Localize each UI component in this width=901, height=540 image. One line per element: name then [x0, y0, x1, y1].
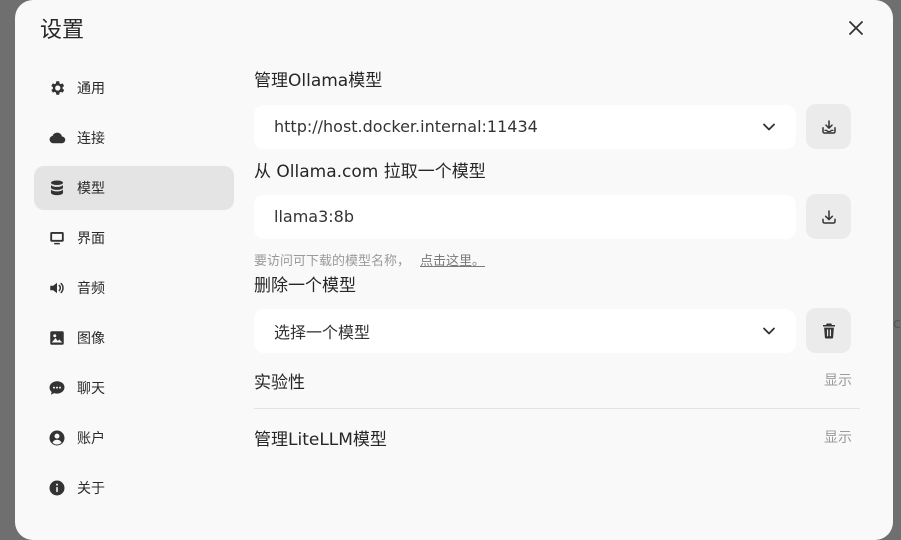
delete-model-label: 删除一个模型 [254, 276, 356, 296]
sidebar-item-label: 音频 [77, 281, 105, 297]
sidebar-item-account[interactable]: 账户 [34, 416, 234, 460]
sidebar-item-label: 聊天 [77, 381, 105, 397]
sidebar-item-images[interactable]: 图像 [34, 316, 234, 360]
sidebar-item-connections[interactable]: 连接 [34, 116, 234, 160]
speaker-icon [48, 279, 66, 297]
section-divider [254, 408, 860, 409]
ollama-host-value: http://host.docker.internal:11434 [274, 117, 538, 136]
settings-dialog: 设置 通用 连接 模型 界面 音频 图像 聊天 账户 关于 管理Ollama模型… [15, 0, 893, 540]
sidebar-item-label: 连接 [77, 131, 105, 147]
pull-model-hint: 要访问可下载的模型名称， 点击这里。 [254, 250, 860, 269]
sidebar-item-interface[interactable]: 界面 [34, 216, 234, 260]
litellm-show-toggle[interactable]: 显示 [824, 427, 852, 447]
delete-model-select[interactable]: 选择一个模型 [254, 308, 796, 353]
sidebar-item-chat[interactable]: 聊天 [34, 366, 234, 410]
sidebar-item-about[interactable]: 关于 [34, 466, 234, 510]
pull-model-label: 从 Ollama.com 拉取一个模型 [254, 162, 486, 182]
close-icon [849, 21, 863, 35]
click-here-link[interactable]: 点击这里。 [420, 254, 485, 269]
sidebar-item-models[interactable]: 模型 [34, 166, 234, 210]
pull-model-button[interactable] [806, 194, 851, 239]
sidebar-item-general[interactable]: 通用 [34, 66, 234, 110]
database-icon [48, 179, 66, 197]
pull-model-field[interactable] [254, 194, 796, 239]
monitor-icon [48, 229, 66, 247]
dialog-title: 设置 [40, 18, 85, 43]
chevron-down-icon [763, 327, 775, 334]
chevron-down-icon [763, 123, 775, 130]
chat-icon [48, 379, 66, 397]
hint-text: 要访问可下载的模型名称， [254, 254, 411, 269]
ollama-host-select[interactable]: http://host.docker.internal:11434 [254, 104, 796, 149]
download-icon [821, 209, 836, 224]
delete-model-placeholder: 选择一个模型 [274, 322, 371, 342]
trash-icon [822, 323, 835, 338]
experimental-label: 实验性 [254, 372, 305, 393]
experimental-show-toggle[interactable]: 显示 [824, 370, 852, 390]
delete-model-button[interactable] [806, 308, 851, 353]
sidebar-item-label: 通用 [77, 81, 105, 97]
litellm-label: 管理LiteLLM模型 [254, 429, 387, 450]
sidebar-item-label: 界面 [77, 231, 105, 247]
gear-icon [48, 79, 66, 97]
cloud-icon [48, 129, 66, 147]
sidebar-item-label: 图像 [77, 331, 105, 347]
image-icon [48, 329, 66, 347]
info-icon [48, 479, 66, 497]
models-panel: 管理Ollama模型 http://host.docker.internal:1… [254, 66, 860, 459]
pull-model-input[interactable] [274, 207, 776, 226]
close-button[interactable] [841, 13, 871, 43]
experimental-row: 实验性 显示 [254, 358, 852, 402]
download-tray-icon [821, 119, 836, 134]
settings-sidebar: 通用 连接 模型 界面 音频 图像 聊天 账户 关于 [34, 66, 234, 516]
sidebar-item-label: 账户 [77, 431, 105, 447]
litellm-row: 管理LiteLLM模型 显示 [254, 415, 852, 459]
manage-ollama-label: 管理Ollama模型 [254, 71, 383, 91]
sidebar-item-label: 模型 [77, 181, 105, 197]
user-icon [48, 429, 66, 447]
background-partial-text: c [893, 316, 901, 332]
update-models-button[interactable] [806, 104, 851, 149]
sidebar-item-audio[interactable]: 音频 [34, 266, 234, 310]
sidebar-item-label: 关于 [77, 481, 105, 497]
